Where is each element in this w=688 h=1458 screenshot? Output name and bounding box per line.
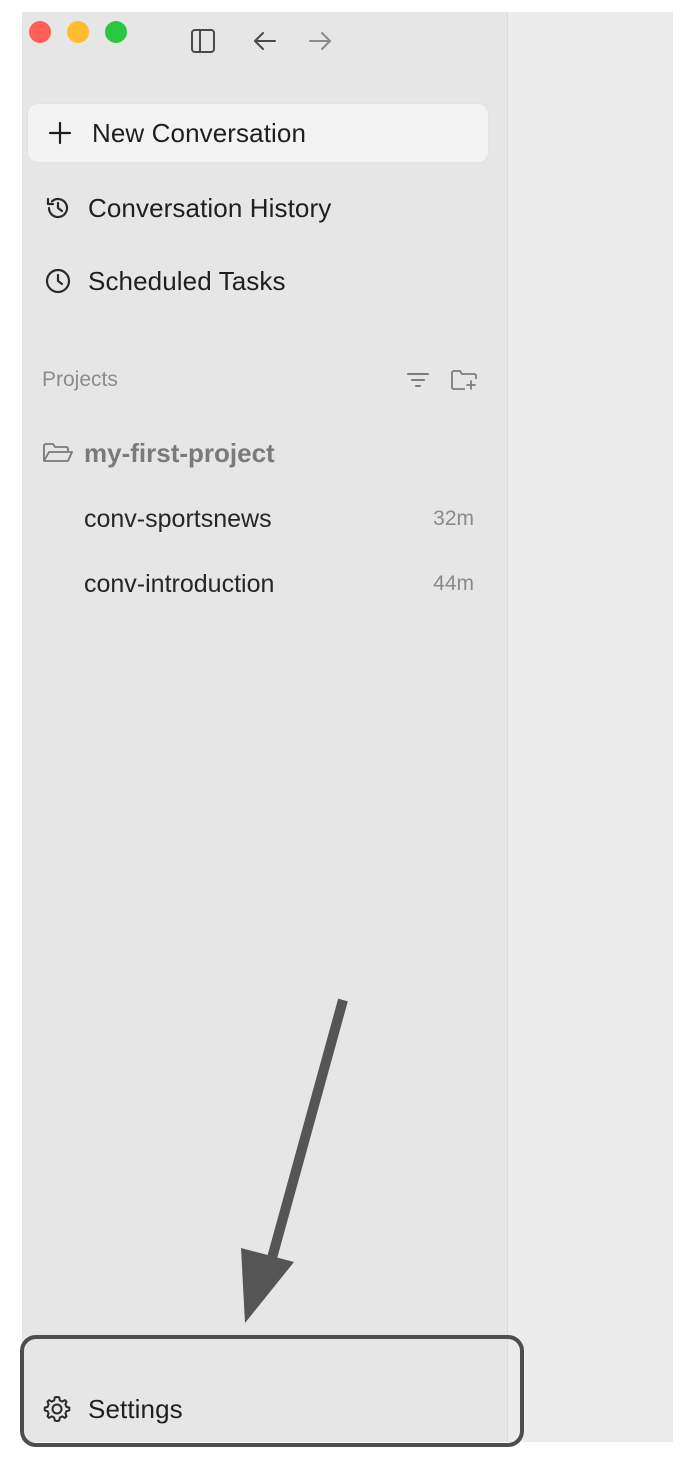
- new-folder-icon[interactable]: [450, 369, 478, 391]
- gear-icon: [42, 1394, 72, 1424]
- settings-label: Settings: [88, 1393, 183, 1424]
- settings-button[interactable]: Settings: [42, 1388, 183, 1430]
- conversation-item[interactable]: conv-sportsnews 32m: [84, 497, 480, 541]
- clock-icon: [44, 267, 74, 295]
- conversation-title: conv-introduction: [84, 569, 275, 598]
- projects-header: Projects: [42, 362, 482, 398]
- forward-arrow-icon[interactable]: [305, 26, 335, 56]
- history-icon: [44, 194, 74, 222]
- scheduled-tasks-label: Scheduled Tasks: [88, 265, 286, 296]
- zoom-window-button[interactable]: [105, 21, 127, 43]
- conversation-history-label: Conversation History: [88, 192, 332, 223]
- conversation-time: 32m: [433, 507, 474, 530]
- main-content-area: [508, 12, 673, 1442]
- conversation-history-item[interactable]: Conversation History: [28, 180, 488, 236]
- sidebar-toggle-icon[interactable]: [188, 26, 218, 56]
- conversation-item[interactable]: conv-introduction 44m: [84, 562, 480, 606]
- back-arrow-icon[interactable]: [250, 26, 280, 56]
- conversation-title: conv-sportsnews: [84, 504, 272, 533]
- project-name: my-first-project: [84, 437, 275, 468]
- folder-icon: [42, 441, 74, 465]
- conversation-time: 44m: [433, 572, 474, 595]
- close-window-button[interactable]: [29, 21, 51, 43]
- new-conversation-button[interactable]: New Conversation: [28, 104, 488, 162]
- plus-icon: [48, 121, 78, 145]
- new-conversation-label: New Conversation: [92, 117, 307, 148]
- filter-icon[interactable]: [406, 370, 430, 390]
- project-item[interactable]: my-first-project: [42, 430, 482, 476]
- projects-title: Projects: [42, 368, 118, 391]
- minimize-window-button[interactable]: [67, 21, 89, 43]
- scheduled-tasks-item[interactable]: Scheduled Tasks: [28, 253, 488, 309]
